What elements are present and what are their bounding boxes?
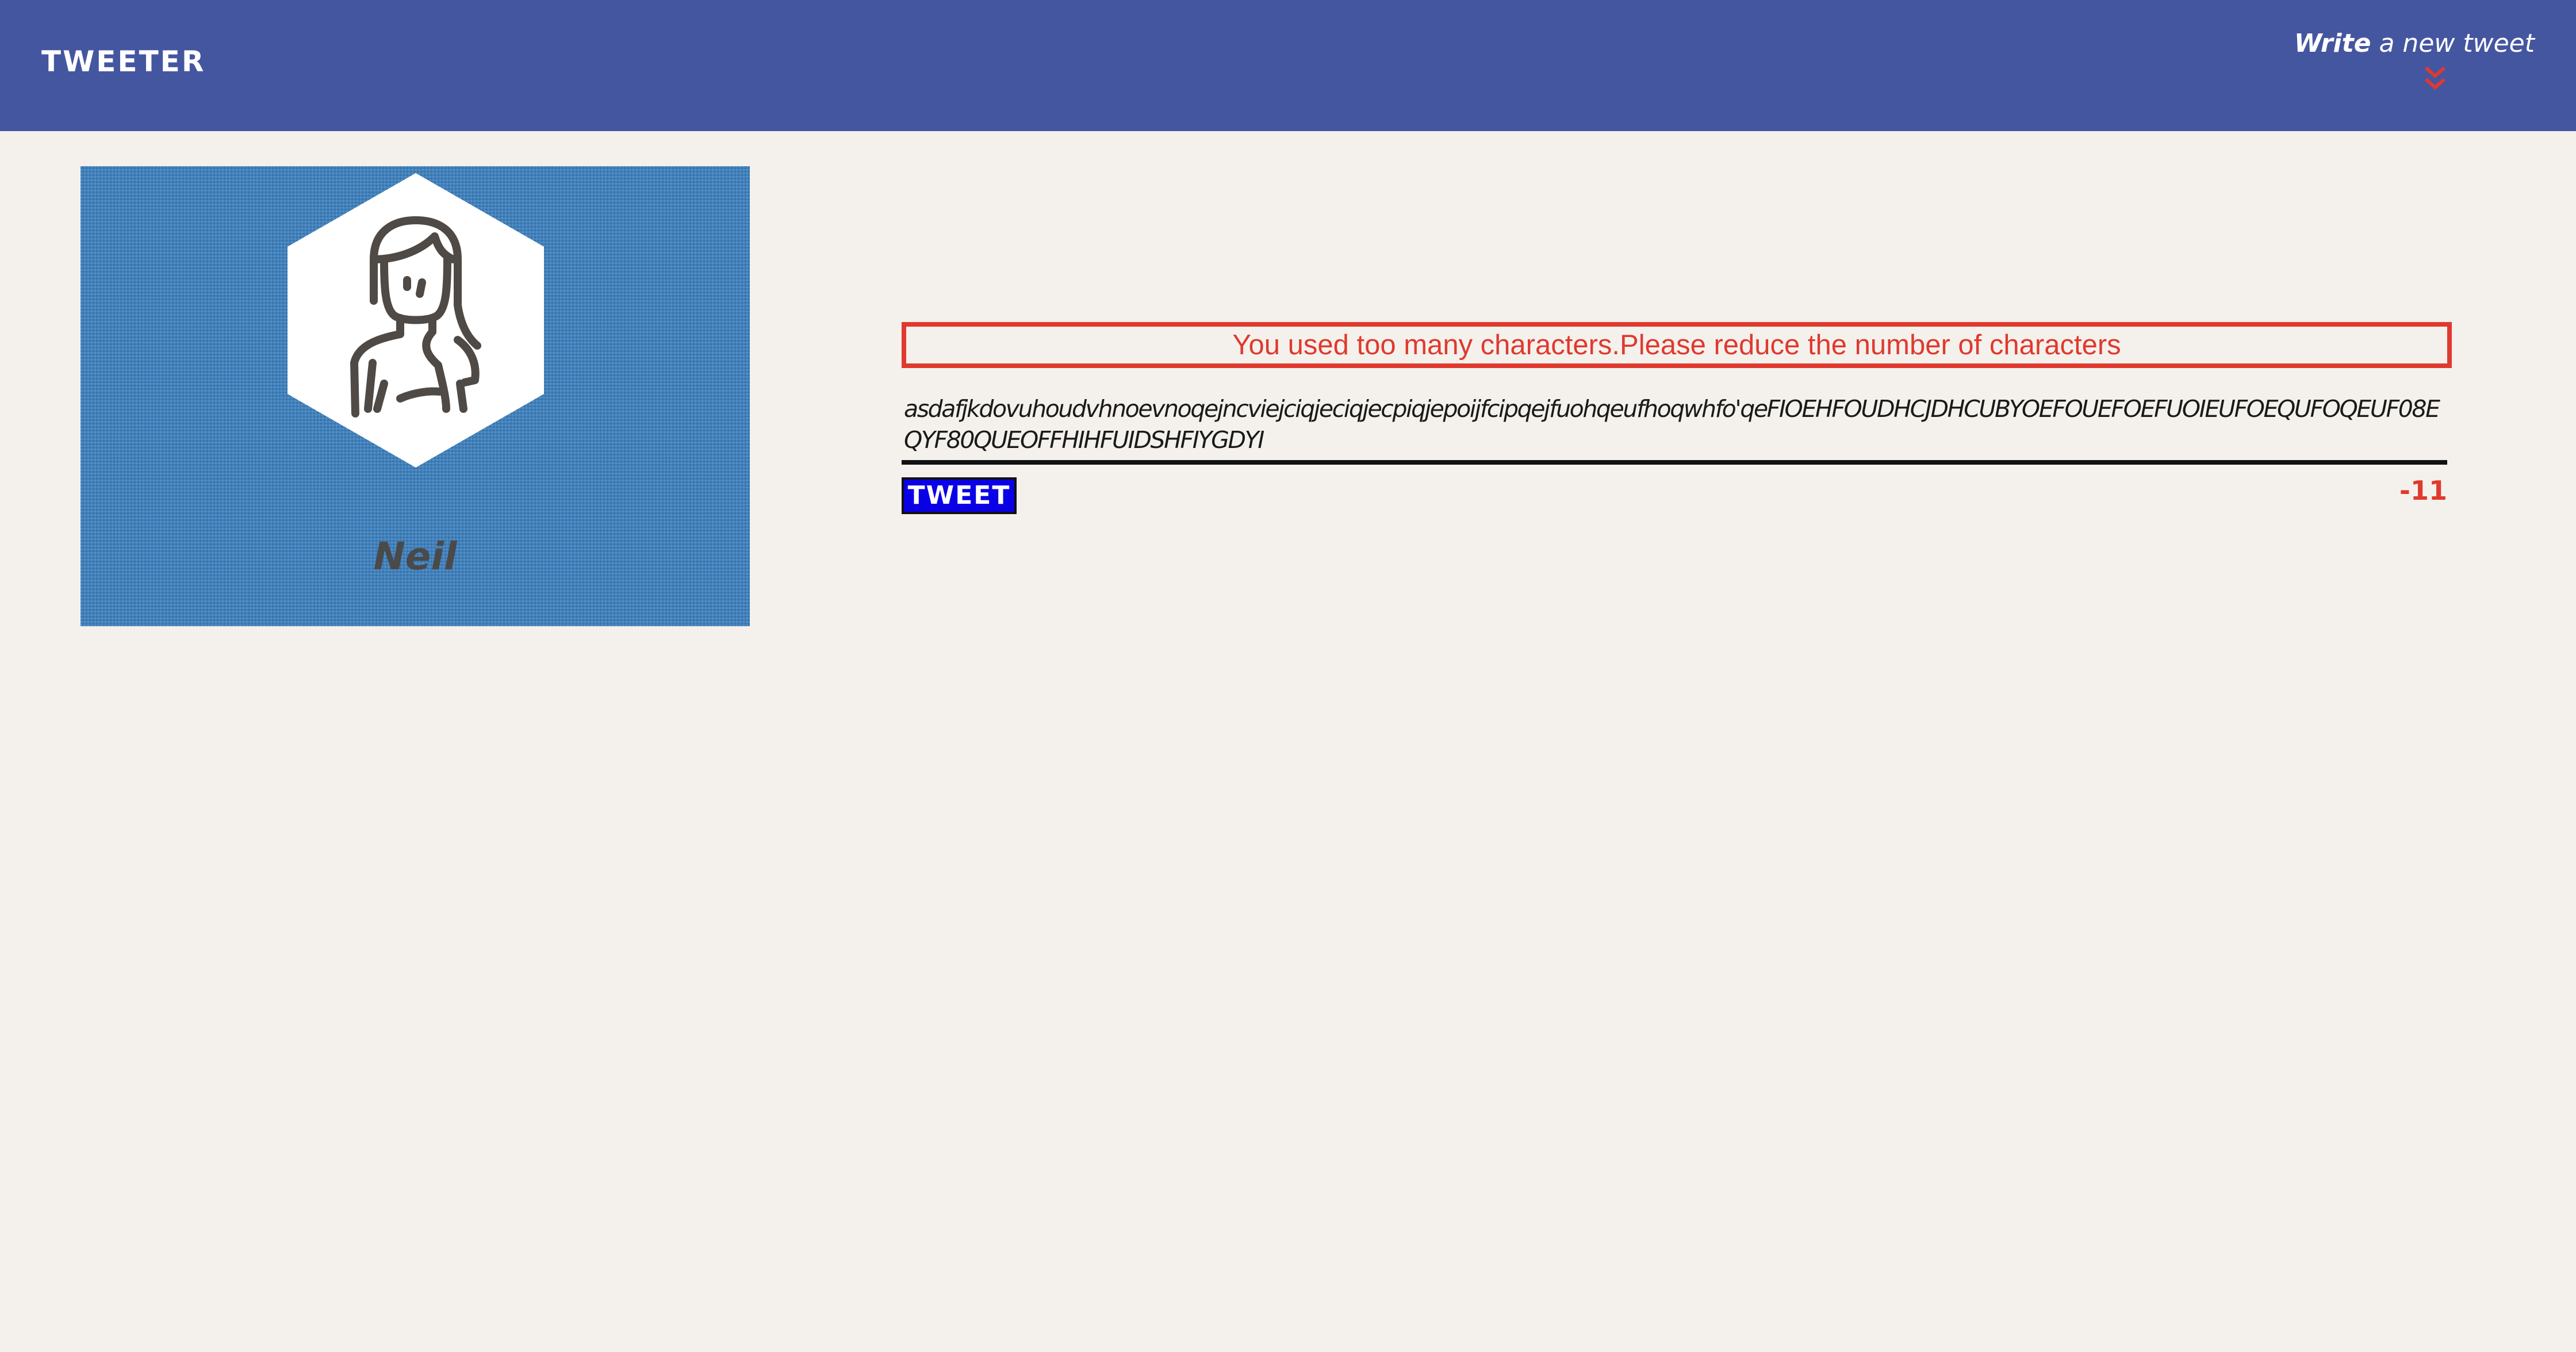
compose-link-rest: a new tweet: [2371, 29, 2535, 58]
tweet-button[interactable]: TWEET: [902, 477, 1017, 514]
compose-link-strong: Write: [2294, 29, 2371, 58]
top-navbar: TWEETER Write a new tweet: [0, 0, 2576, 131]
chevron-double-down-icon[interactable]: [2424, 64, 2447, 92]
write-new-tweet-link[interactable]: Write a new tweet: [2294, 29, 2535, 58]
profile-name: Neil: [373, 534, 457, 579]
tweet-text-input[interactable]: asdafjkdovuhoudvhnoevnoqejncviejciqjeciq…: [904, 393, 2445, 460]
input-underline: [902, 460, 2447, 465]
character-limit-error: You used too many characters.Please redu…: [902, 322, 2452, 368]
woman-avatar-icon: [288, 173, 544, 468]
character-counter: -11: [2399, 475, 2447, 506]
profile-card: Neil: [80, 166, 750, 626]
brand-logo[interactable]: TWEETER: [41, 45, 205, 78]
